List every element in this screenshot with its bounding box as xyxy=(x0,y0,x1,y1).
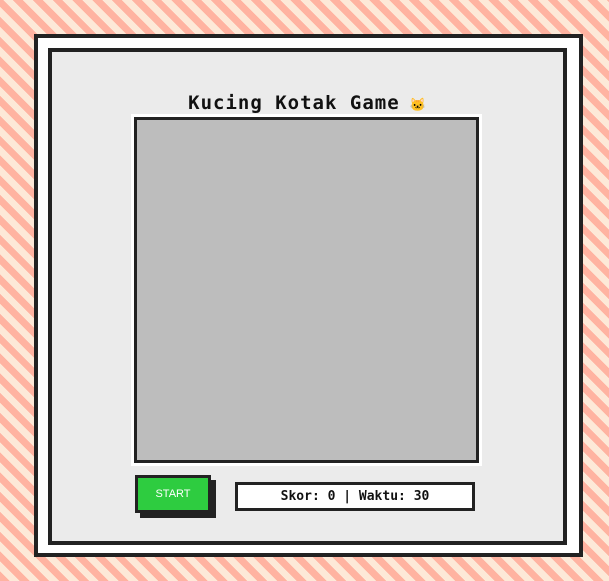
game-title: Kucing Kotak Game 🐱 xyxy=(52,92,563,114)
game-board-frame xyxy=(131,114,482,466)
game-outer-frame: Kucing Kotak Game 🐱 START Skor: 0 | Waktu… xyxy=(34,34,583,557)
game-title-text: Kucing Kotak Game xyxy=(188,92,400,114)
game-board[interactable] xyxy=(134,117,479,463)
cat-icon: 🐱 xyxy=(409,98,427,113)
score-time-display: Skor: 0 | Waktu: 30 xyxy=(235,482,475,511)
start-button[interactable]: START xyxy=(135,475,211,513)
game-panel: Kucing Kotak Game 🐱 START Skor: 0 | Waktu… xyxy=(48,48,567,545)
